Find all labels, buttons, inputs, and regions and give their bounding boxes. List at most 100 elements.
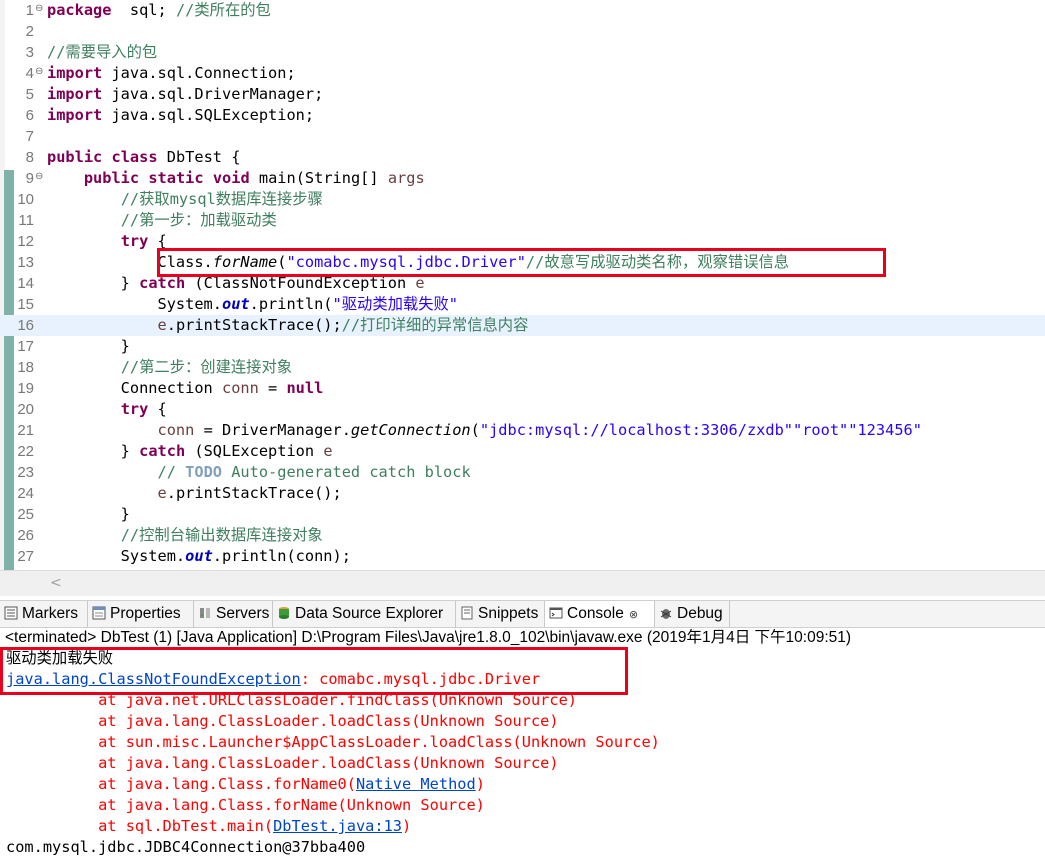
- tab-servers[interactable]: Servers: [194, 601, 273, 627]
- code-token: = DriverManager.: [194, 421, 351, 439]
- tab-label: Snippets: [478, 605, 539, 622]
- code-text: // TODO Auto-generated catch block: [47, 462, 471, 483]
- code-line-21[interactable]: 21 conn = DriverManager.getConnection("j…: [0, 420, 1045, 441]
- highlight-box-forname: [157, 248, 886, 277]
- line-number: 11: [18, 212, 34, 229]
- code-editor[interactable]: 1 ⊖ package sql; //类所在的包 2 3//需要导入的包 4 ⊖ import…: [0, 0, 1045, 596]
- tab-console[interactable]: Console ⊗: [545, 601, 655, 627]
- code-line-3[interactable]: 3 //需要导入的包: [0, 42, 1045, 63]
- code-token: //类所在的包: [175, 1, 271, 19]
- code-token: catch: [139, 442, 186, 460]
- code-line-22[interactable]: 22 } catch (SQLException e: [0, 441, 1045, 462]
- code-token: out: [221, 295, 250, 313]
- stacktrace-link[interactable]: DbTest.java:13: [273, 817, 402, 835]
- code-token: getConnection: [350, 421, 471, 439]
- code-token: conn: [221, 379, 259, 397]
- code-line-6[interactable]: 6 import java.sql.SQLException;: [0, 105, 1045, 126]
- code-text: //第一步：加载驱动类: [47, 210, 277, 231]
- code-line-23[interactable]: 23 // TODO Auto-generated catch block: [0, 462, 1045, 483]
- console-line: at sun.misc.Launcher$AppClassLoader.load…: [6, 732, 660, 753]
- stderr-text: ): [402, 817, 412, 835]
- code-line-25[interactable]: 25 }: [0, 504, 1045, 525]
- code-text: //获取mysql数据库连接步骤: [47, 189, 323, 210]
- code-token: main(String[]: [249, 169, 388, 187]
- code-token: args: [387, 169, 425, 187]
- code-line-4[interactable]: 4 ⊖ import java.sql.Connection;: [0, 63, 1045, 84]
- code-token: public: [47, 148, 103, 166]
- code-text: //需要导入的包: [47, 42, 157, 63]
- code-token: static: [148, 169, 204, 187]
- line-number: 27: [17, 548, 34, 565]
- scroll-left-icon[interactable]: <: [50, 575, 62, 591]
- stacktrace-link[interactable]: Native Method: [356, 775, 476, 793]
- code-line-9[interactable]: 9 ⊖ public static void main(String[] args: [0, 168, 1045, 189]
- code-line-5[interactable]: 5 import java.sql.DriverManager;: [0, 84, 1045, 105]
- properties-icon: [92, 603, 106, 620]
- stderr-text: at java.lang.ClassLoader.loadClass(Unkno…: [6, 712, 559, 730]
- code-token: TODO: [185, 463, 222, 481]
- line-number: 15: [17, 296, 34, 313]
- code-text: public class DbTest {: [47, 147, 240, 168]
- code-text: }: [47, 504, 130, 525]
- code-token: (: [470, 421, 480, 439]
- code-token: .println(: [249, 295, 333, 313]
- view-tab-bar: Markers Properties Servers Data Source Expl…: [0, 600, 1045, 628]
- code-line-2[interactable]: 2: [0, 21, 1045, 42]
- code-text: Connection conn = null: [47, 378, 324, 399]
- line-number: 26: [17, 527, 34, 544]
- fold-toggle-icon[interactable]: ⊖: [35, 3, 43, 15]
- editor-horizontal-scrollbar[interactable]: <: [0, 570, 1045, 596]
- code-line-18[interactable]: 18 //第二步：创建连接对象: [0, 357, 1045, 378]
- code-text: import java.sql.DriverManager;: [47, 84, 323, 105]
- tab-label: Data Source Explorer: [295, 605, 444, 622]
- code-line-11[interactable]: 11 //第一步：加载驱动类: [0, 210, 1045, 231]
- tab-debug[interactable]: Debug: [655, 601, 730, 627]
- line-number: 19: [17, 380, 34, 397]
- tab-properties[interactable]: Properties: [88, 601, 194, 627]
- line-number: 3: [25, 44, 34, 61]
- code-token: //获取mysql数据库连接步骤: [120, 190, 323, 208]
- line-number: 10: [17, 191, 34, 208]
- line-number: 2: [25, 23, 34, 40]
- tab-label: Servers: [216, 605, 270, 622]
- servers-icon: [198, 603, 212, 618]
- code-line-27[interactable]: 27 System.out.println(conn);: [0, 546, 1045, 567]
- code-token: "驱动类加载失败": [332, 295, 459, 313]
- console-view[interactable]: <terminated> DbTest (1) [Java Applicatio…: [0, 628, 1045, 867]
- code-text: import java.sql.Connection;: [47, 63, 296, 84]
- code-token: //第一步：加载驱动类: [120, 211, 277, 229]
- code-line-16[interactable]: 16 e.printStackTrace();//打印详细的异常信息内容: [0, 315, 1045, 336]
- fold-toggle-icon[interactable]: ⊖: [35, 171, 43, 183]
- code-token: }: [47, 505, 130, 523]
- console-line: at java.lang.Class.forName0(Native Metho…: [6, 774, 485, 795]
- markers-icon: [4, 603, 18, 620]
- code-token: //第二步：创建连接对象: [120, 358, 293, 376]
- tab-markers[interactable]: Markers: [0, 601, 88, 627]
- code-token: class: [111, 148, 158, 166]
- code-token: .println(conn);: [212, 547, 351, 565]
- code-token: sql;: [111, 1, 176, 19]
- code-line-1[interactable]: 1 ⊖ package sql; //类所在的包: [0, 0, 1045, 21]
- code-line-17[interactable]: 17 }: [0, 336, 1045, 357]
- fold-toggle-icon[interactable]: ⊖: [35, 66, 43, 78]
- tab-data-source-explorer[interactable]: Data Source Explorer: [273, 601, 456, 627]
- line-number: 5: [25, 86, 34, 103]
- code-line-15[interactable]: 15 System.out.println("驱动类加载失败": [0, 294, 1045, 315]
- tab-snippets[interactable]: Snippets: [456, 601, 545, 627]
- console-line: at sql.DbTest.main(DbTest.java:13): [6, 816, 411, 837]
- code-token: e: [157, 484, 167, 502]
- code-line-7[interactable]: 7: [0, 126, 1045, 147]
- code-line-20[interactable]: 20 try {: [0, 399, 1045, 420]
- data-source-explorer-icon: [277, 603, 291, 619]
- code-line-24[interactable]: 24 e.printStackTrace();: [0, 483, 1045, 504]
- close-icon[interactable]: ⊗: [629, 608, 638, 621]
- code-line-10[interactable]: 10 //获取mysql数据库连接步骤: [0, 189, 1045, 210]
- code-line-26[interactable]: 26 //控制台输出数据库连接对象: [0, 525, 1045, 546]
- code-line-8[interactable]: 8 public class DbTest {: [0, 147, 1045, 168]
- code-line-19[interactable]: 19 Connection conn = null: [0, 378, 1045, 399]
- console-status-label: <terminated> DbTest (1) [Java Applicatio…: [5, 629, 852, 646]
